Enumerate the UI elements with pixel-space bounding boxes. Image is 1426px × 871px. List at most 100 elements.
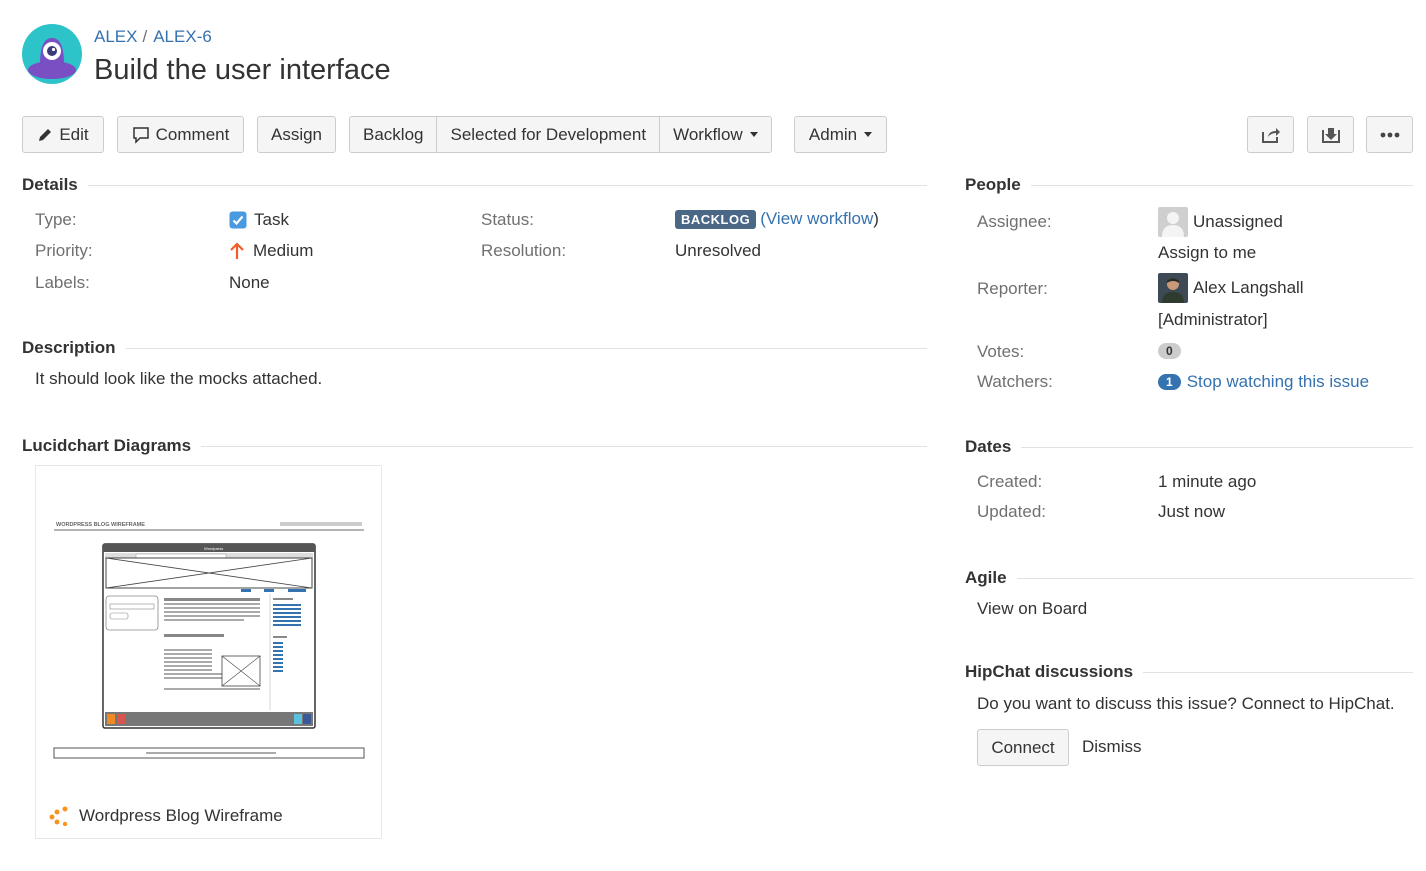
page-title: Build the user interface [94,54,391,86]
divider [1021,446,1413,448]
votes-value[interactable]: 0 [1158,343,1181,359]
selected-for-development-button[interactable]: Selected for Development [437,117,661,152]
diagram-name: Wordpress Blog Wireframe [79,806,283,825]
edit-button-label: Edit [59,124,89,144]
chevron-down-icon [864,132,873,137]
breadcrumb: ALEX / ALEX-6 [94,27,212,47]
thumbnail-window-title: Wordpress [204,546,223,551]
agile-heading: Agile [965,568,1413,588]
project-avatar-icon[interactable] [22,24,82,84]
priority-medium-icon [230,242,244,259]
backlog-button-label: Backlog [363,124,424,144]
breadcrumb-issue-link[interactable]: ALEX-6 [153,27,212,46]
priority-value: Medium [229,241,313,261]
admin-dropdown-label: Admin [808,124,858,144]
type-value-text: Task [254,210,289,229]
assign-button[interactable]: Assign [257,116,336,153]
assignee-label: Assignee: [977,212,1052,231]
watchers-value: 1 Stop watching this issue [1158,372,1369,392]
watchers-label: Watchers: [977,372,1053,391]
labels-label: Labels: [35,273,90,292]
divider [1143,671,1413,673]
edit-button[interactable]: Edit [22,116,104,153]
lucidchart-icon [49,806,68,826]
stop-watching-link[interactable]: Stop watching this issue [1187,372,1369,392]
workflow-dropdown-label: Workflow [673,124,743,144]
selected-for-development-label: Selected for Development [450,124,647,144]
breadcrumb-project-link[interactable]: ALEX [94,27,137,46]
people-heading-text: People [965,175,1021,194]
lucidchart-heading: Lucidchart Diagrams [22,436,927,456]
workflow-button-group: Backlog Selected for Development Workflo… [349,116,772,153]
lucidchart-diagram-card[interactable]: WORDPRESS BLOG WIREFRAME Wordpress Wordp… [35,465,382,839]
view-on-board-link[interactable]: View on Board [977,599,1087,619]
backlog-button[interactable]: Backlog [350,117,438,152]
admin-dropdown[interactable]: Admin [794,116,887,153]
divider [201,445,927,447]
export-button[interactable] [1307,116,1354,153]
task-icon [229,211,247,229]
assignee-value: Unassigned [1158,207,1283,237]
details-heading-text: Details [22,175,78,194]
votes-count-badge: 0 [1158,343,1181,359]
comment-icon [132,126,149,144]
status-value: BACKLOG (View workflow) [675,209,879,229]
dismiss-link[interactable]: Dismiss [1082,737,1142,757]
resolution-value: Unresolved [675,241,761,260]
comment-button[interactable]: Comment [117,116,244,153]
assign-to-me-link[interactable]: Assign to me [1158,243,1256,263]
type-label: Type: [35,210,77,229]
resolution-label: Resolution: [481,241,567,260]
more-icon [1380,132,1399,137]
workflow-dropdown[interactable]: Workflow [660,117,771,152]
diagram-caption[interactable]: Wordpress Blog Wireframe [49,806,283,826]
watchers-count-badge[interactable]: 1 [1158,374,1181,390]
dates-heading-text: Dates [965,437,1012,456]
reporter-role: [Administrator] [1158,310,1268,329]
comment-button-label: Comment [155,124,230,144]
divider [1016,577,1413,579]
created-label: Created: [977,472,1043,491]
reporter-value-text: Alex Langshall [1193,278,1304,297]
description-heading-text: Description [22,338,116,357]
updated-value: Just now [1158,502,1226,521]
connect-button[interactable]: Connect [977,729,1069,766]
assign-button-label: Assign [270,124,323,144]
share-button[interactable] [1247,116,1294,153]
description-heading: Description [22,338,927,358]
export-icon [1321,127,1340,143]
reporter-avatar-icon [1158,273,1188,303]
status-badge: BACKLOG [675,209,757,229]
thumbnail-title: WORDPRESS BLOG WIREFRAME [56,522,145,528]
divider [125,347,927,349]
lucidchart-heading-text: Lucidchart Diagrams [22,436,192,455]
dates-heading: Dates [965,437,1413,457]
votes-label: Votes: [977,342,1025,361]
pencil-icon [39,128,52,141]
more-actions-button[interactable] [1366,116,1413,153]
breadcrumb-separator: / [142,27,148,46]
created-value: 1 minute ago [1158,472,1257,491]
updated-label: Updated: [977,502,1046,521]
people-heading: People [965,175,1413,195]
labels-value: None [229,273,270,292]
hipchat-heading-text: HipChat discussions [965,662,1134,681]
description-text[interactable]: It should look like the mocks attached. [35,369,322,389]
agile-heading-text: Agile [965,568,1007,587]
view-workflow-link[interactable]: View workflow [766,209,873,229]
hipchat-heading: HipChat discussions [965,662,1413,682]
priority-label: Priority: [35,241,93,260]
chevron-down-icon [749,132,758,137]
unassigned-avatar-icon [1158,207,1188,237]
assignee-value-text: Unassigned [1193,212,1283,231]
status-label: Status: [481,210,534,229]
divider [87,184,927,186]
divider [1030,184,1413,186]
diagram-thumbnail[interactable]: WORDPRESS BLOG WIREFRAME Wordpress [36,466,381,786]
reporter-value[interactable]: Alex Langshall [1158,273,1304,303]
details-heading: Details [22,175,927,195]
type-value: Task [229,210,289,230]
connect-button-label: Connect [991,737,1055,757]
hipchat-prompt: Do you want to discuss this issue? Conne… [977,694,1395,713]
reporter-label: Reporter: [977,279,1048,298]
